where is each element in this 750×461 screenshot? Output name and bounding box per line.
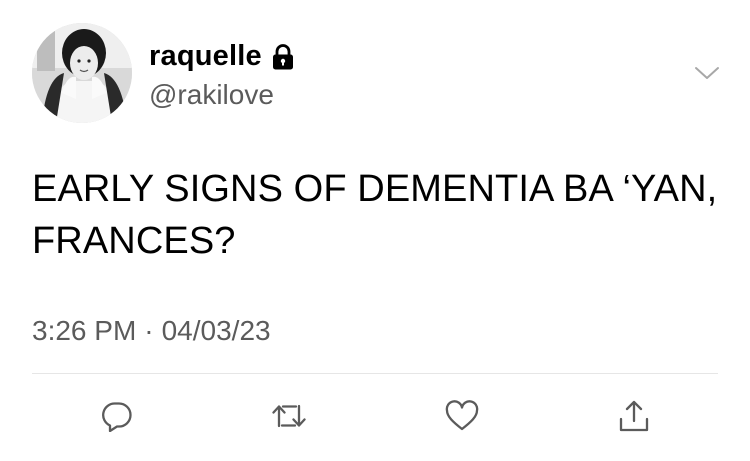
chevron-down-icon[interactable] — [694, 64, 720, 82]
heart-icon — [445, 400, 479, 431]
divider — [32, 373, 718, 374]
avatar[interactable] — [32, 23, 132, 123]
tweet-card: raquelle @rakilove EARLY SIGNS OF DEMENT… — [0, 0, 750, 461]
share-icon — [619, 400, 649, 432]
lock-icon — [271, 44, 295, 70]
tweet-date: 04/03/23 — [161, 315, 271, 346]
display-name[interactable]: raquelle — [149, 38, 262, 74]
reply-button[interactable] — [95, 394, 139, 438]
retweet-button[interactable] — [267, 394, 311, 438]
timestamp-separator: · — [144, 315, 154, 346]
action-bar — [0, 394, 750, 440]
name-row: raquelle — [149, 38, 295, 74]
tweet-text: EARLY SIGNS OF DEMENTIA BA ‘YAN, FRANCES… — [32, 168, 718, 262]
avatar-image — [32, 23, 132, 123]
tweet-time: 3:26 PM — [32, 315, 137, 346]
share-button[interactable] — [612, 394, 656, 438]
tweet-timestamp[interactable]: 3:26 PM · 04/03/23 — [32, 313, 271, 349]
user-handle[interactable]: @rakilove — [149, 78, 274, 112]
like-button[interactable] — [440, 394, 484, 438]
reply-icon — [102, 402, 132, 432]
retweet-icon — [272, 404, 306, 428]
